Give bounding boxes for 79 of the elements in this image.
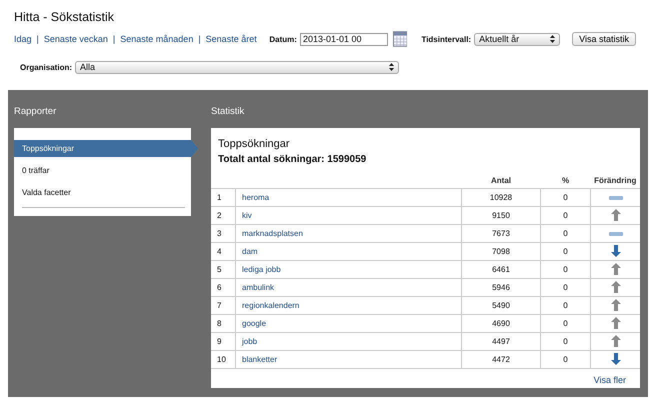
percent-cell: 0 <box>540 206 590 224</box>
interval-label: Tidsintervall: <box>421 34 472 44</box>
percent-cell: 0 <box>540 296 590 314</box>
show-statistics-button[interactable]: Visa statistik <box>572 32 636 46</box>
count-cell: 10928 <box>462 188 540 206</box>
count-cell: 5490 <box>462 296 540 314</box>
search-term-link[interactable]: ambulink <box>242 283 274 292</box>
percent-cell: 0 <box>540 242 590 260</box>
interval-dropdown[interactable]: Aktuellt år <box>474 32 560 46</box>
column-header: Antal <box>462 172 540 188</box>
statistics-heading: Statistik <box>211 106 246 117</box>
quick-link[interactable]: Senaste veckan <box>44 34 108 44</box>
page-title: Hitta - Sökstatistik <box>14 10 116 24</box>
report-item[interactable]: Valda facetter <box>14 184 191 201</box>
date-label: Datum: <box>269 34 297 44</box>
search-term-link[interactable]: regionkalendern <box>242 301 300 310</box>
report-item[interactable]: 0 träffar <box>14 162 191 179</box>
count-cell: 4690 <box>462 314 540 332</box>
up-arrow-icon <box>610 280 620 292</box>
search-term-link[interactable]: dam <box>242 247 258 256</box>
calendar-icon[interactable] <box>392 31 408 47</box>
rank-cell: 2 <box>211 206 236 224</box>
rank-cell: 9 <box>211 332 236 350</box>
count-cell: 9150 <box>462 206 540 224</box>
reports-heading: Rapporter <box>14 106 58 117</box>
quick-link[interactable]: Idag <box>14 34 32 44</box>
count-cell: 6461 <box>462 260 540 278</box>
report-title: Toppsökningar <box>218 138 291 150</box>
date-field[interactable]: 2013-01-01 00 <box>300 32 388 46</box>
count-cell: 7673 <box>462 224 540 242</box>
percent-cell: 0 <box>540 314 590 332</box>
quick-link[interactable]: Senaste månaden <box>120 34 194 44</box>
up-arrow-icon <box>610 316 620 328</box>
search-term-link[interactable]: marknadsplatsen <box>242 229 303 238</box>
search-term-link[interactable]: kiv <box>242 211 252 220</box>
link-separator: | <box>36 34 39 44</box>
percent-cell: 0 <box>540 260 590 278</box>
percent-cell: 0 <box>540 224 590 242</box>
down-arrow-icon <box>610 244 620 256</box>
percent-cell: 0 <box>540 332 590 350</box>
up-arrow-icon <box>610 298 620 310</box>
show-more-link[interactable]: Visa fler <box>594 375 626 385</box>
dash-icon <box>608 196 622 200</box>
up-arrow-icon <box>610 334 620 346</box>
rank-cell: 4 <box>211 242 236 260</box>
count-cell: 4497 <box>462 332 540 350</box>
rank-cell: 7 <box>211 296 236 314</box>
search-term-link[interactable]: blanketter <box>242 355 278 364</box>
quick-link[interactable]: Senaste året <box>206 34 257 44</box>
rank-cell: 3 <box>211 224 236 242</box>
search-term-link[interactable]: heroma <box>242 193 270 202</box>
search-term-link[interactable]: google <box>242 319 266 328</box>
stepper-icon <box>389 63 394 71</box>
count-cell: 4472 <box>462 350 540 368</box>
rank-cell: 10 <box>211 350 236 368</box>
percent-cell: 0 <box>540 188 590 206</box>
organisation-label: Organisation: <box>20 62 72 72</box>
rank-cell: 6 <box>211 278 236 296</box>
up-arrow-icon <box>610 262 620 274</box>
column-header: Förändring <box>590 172 640 188</box>
up-arrow-icon <box>610 208 620 220</box>
down-arrow-icon <box>610 352 620 364</box>
percent-cell: 0 <box>540 278 590 296</box>
rank-cell: 5 <box>211 260 236 278</box>
column-header: % <box>540 172 590 188</box>
link-separator: | <box>198 34 201 44</box>
percent-cell: 0 <box>540 350 590 368</box>
search-term-link[interactable]: lediga jobb <box>242 265 281 274</box>
rank-cell: 1 <box>211 188 236 206</box>
search-term-link[interactable]: jobb <box>242 337 258 346</box>
count-cell: 5946 <box>462 278 540 296</box>
report-item[interactable]: Toppsökningar <box>14 140 198 157</box>
rank-cell: 8 <box>211 314 236 332</box>
link-separator: | <box>112 34 116 44</box>
count-cell: 7098 <box>462 242 540 260</box>
dash-icon <box>608 232 622 236</box>
stepper-icon <box>550 35 556 43</box>
organisation-dropdown[interactable]: Alla <box>75 60 400 74</box>
total-searches: Totalt antal sökningar: 1599059 <box>218 154 368 165</box>
